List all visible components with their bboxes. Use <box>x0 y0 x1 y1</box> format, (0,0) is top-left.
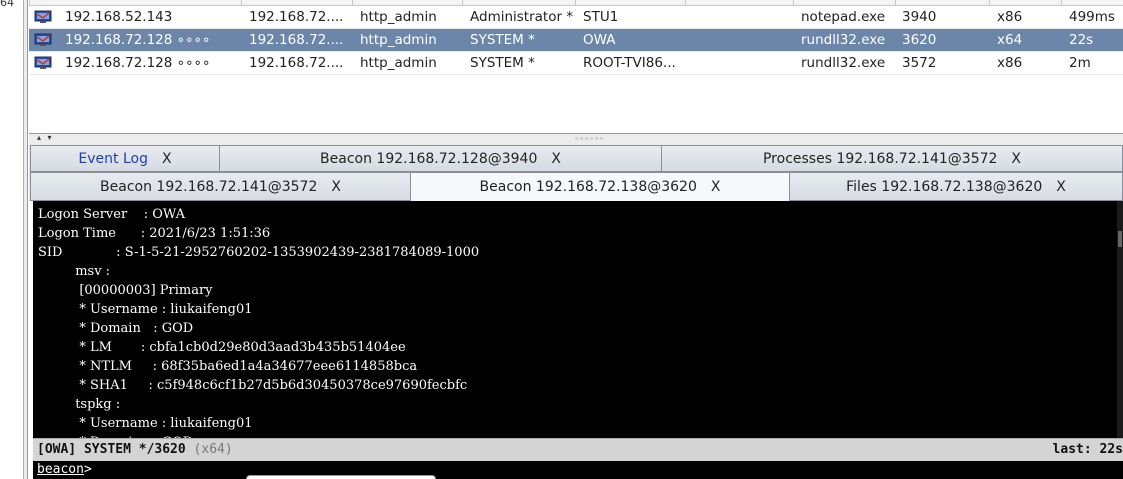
close-icon[interactable]: X <box>1056 179 1066 195</box>
cell-pid: 3572 <box>902 55 937 71</box>
cell-external: 192.168.52.143 <box>65 9 173 25</box>
cell-internal: 192.168.72.... <box>249 55 344 71</box>
tab-label: Processes 192.168.72.141@3572 <box>762 150 998 167</box>
tab-label: Beacon 192.168.72.128@3940 <box>320 150 538 167</box>
prompt-symbol: > <box>83 462 92 477</box>
cell-listener: http_admin <box>360 9 437 25</box>
close-icon[interactable]: X <box>711 179 721 195</box>
status-last-seen: last: 22s <box>1052 442 1123 457</box>
cell-user: SYSTEM * <box>470 55 535 71</box>
left-splitter[interactable] <box>24 0 28 479</box>
cell-listener: http_admin <box>360 32 437 48</box>
cell-pid: 3620 <box>902 32 937 48</box>
console-line: * Username : liukaifeng01 <box>38 302 253 317</box>
console-line: [00000003] Primary <box>38 283 213 298</box>
beacon-console-output[interactable]: Logon Server : OWA Logon Time : 2021/6/23… <box>33 201 1123 438</box>
status-session: [OWA] SYSTEM */3620 <box>37 442 194 457</box>
cell-process: notepad.exe <box>801 9 886 25</box>
tab-label: Beacon 192.168.72.138@3620 <box>479 179 697 195</box>
close-icon[interactable]: X <box>551 151 561 167</box>
cell-user: Administrator * <box>470 9 574 25</box>
beacon-status-bar: [OWA] SYSTEM */3620 (x64) last: 22s <box>33 438 1123 461</box>
status-arch: (x64) <box>193 442 233 457</box>
console-line: * LM : cbfa1cb0d29e80d3aad3b435b51404ee <box>38 340 406 355</box>
cell-computer: STU1 <box>583 9 619 25</box>
prompt-label: beacon <box>37 462 84 477</box>
console-line: * Username : liukaifeng01 <box>38 416 253 431</box>
cell-pid: 3940 <box>902 9 937 25</box>
splitter-grip-icon[interactable]: ∘∘∘∘∘∘ <box>574 134 604 143</box>
tab-label: Beacon 192.168.72.141@3572 <box>100 178 318 195</box>
cell-arch: x64 <box>997 32 1023 48</box>
beacon-command-line[interactable]: beacon> <box>33 461 1123 479</box>
left-panel-edge: 64 <box>0 0 24 479</box>
tab-beacon-138[interactable]: Beacon 192.168.72.138@3620 X <box>410 172 790 201</box>
tab-label: Files 192.168.72.138@3620 <box>846 178 1043 195</box>
console-line: tspkg : <box>38 397 121 412</box>
cell-computer: OWA <box>583 32 616 48</box>
scrollbar-thumb[interactable] <box>1118 231 1122 247</box>
cell-last: 22s <box>1069 32 1094 48</box>
console-scrollbar[interactable] <box>1117 201 1123 438</box>
cell-internal: 192.168.72.... <box>249 9 344 25</box>
console-line: msv : <box>38 264 111 279</box>
console-line: * SHA1 : c5f948c6cf1b27d5b6d30450378ce97… <box>38 378 468 393</box>
close-icon[interactable]: X <box>1011 151 1021 167</box>
cell-listener: http_admin <box>360 55 437 71</box>
console-lines: Logon Server : OWA Logon Time : 2021/6/23… <box>38 205 479 438</box>
close-icon[interactable]: X <box>162 151 172 167</box>
tab-label: Event Log <box>78 150 148 167</box>
panel-splitter[interactable]: ▴ ▾ ∘∘∘∘∘∘ <box>29 133 1123 145</box>
tab-event-log[interactable]: Event Log X <box>30 145 220 172</box>
console-line: SID : S-1-5-21-2952760202-1353902439-238… <box>38 245 480 260</box>
console-line: * NTLM : 68f35ba6ed1a4a34677eee6114858bc… <box>38 359 418 374</box>
cell-process: rundll32.exe <box>801 32 886 48</box>
tab-processes-141[interactable]: Processes 192.168.72.141@3572 X <box>661 145 1123 172</box>
popup-edge <box>246 475 436 479</box>
computer-session-icon <box>34 56 52 69</box>
cell-arch: x86 <box>997 55 1023 71</box>
tab-beacon-128[interactable]: Beacon 192.168.72.128@3940 X <box>219 145 662 172</box>
computer-session-icon <box>34 10 52 23</box>
cell-arch: x86 <box>997 9 1023 25</box>
cell-external: 192.168.72.128 ∘∘∘∘ <box>65 32 211 48</box>
left-panel-fragment: 64 <box>0 0 14 9</box>
tab-files-138[interactable]: Files 192.168.72.138@3620 X <box>789 172 1123 201</box>
close-icon[interactable]: X <box>331 179 341 195</box>
console-line: Logon Server : OWA <box>38 207 185 222</box>
session-row[interactable]: 192.168.72.128 ∘∘∘∘ 192.168.72.... http_ad… <box>29 52 1123 75</box>
cell-process: rundll32.exe <box>801 55 886 71</box>
tab-row-1: Event Log X Beacon 192.168.72.128@3940 X… <box>29 145 1123 172</box>
cell-user: SYSTEM * <box>470 32 535 48</box>
cell-internal: 192.168.72.... <box>249 32 344 48</box>
session-row[interactable]: 192.168.72.128 ∘∘∘∘ 192.168.72.... http_ad… <box>29 29 1123 52</box>
cell-computer: ROOT-TVI86... <box>583 55 676 71</box>
cell-external: 192.168.72.128 ∘∘∘∘ <box>65 55 211 71</box>
sessions-table: 192.168.52.143 192.168.72.... http_admin Ad… <box>29 0 1123 133</box>
tab-row-2: Beacon 192.168.72.141@3572 X Beacon 192.… <box>29 172 1123 201</box>
collapse-arrows-icon[interactable]: ▴ ▾ <box>37 133 54 142</box>
session-row[interactable]: 192.168.52.143 192.168.72.... http_admin Ad… <box>29 6 1123 29</box>
cell-last: 2m <box>1069 55 1091 71</box>
console-line: * Domain : GOD <box>38 321 194 336</box>
cell-last: 499ms <box>1069 9 1115 25</box>
console-line: Logon Time : 2021/6/23 1:51:36 <box>38 226 271 241</box>
computer-session-icon <box>34 33 52 46</box>
tab-beacon-141[interactable]: Beacon 192.168.72.141@3572 X <box>30 172 411 201</box>
